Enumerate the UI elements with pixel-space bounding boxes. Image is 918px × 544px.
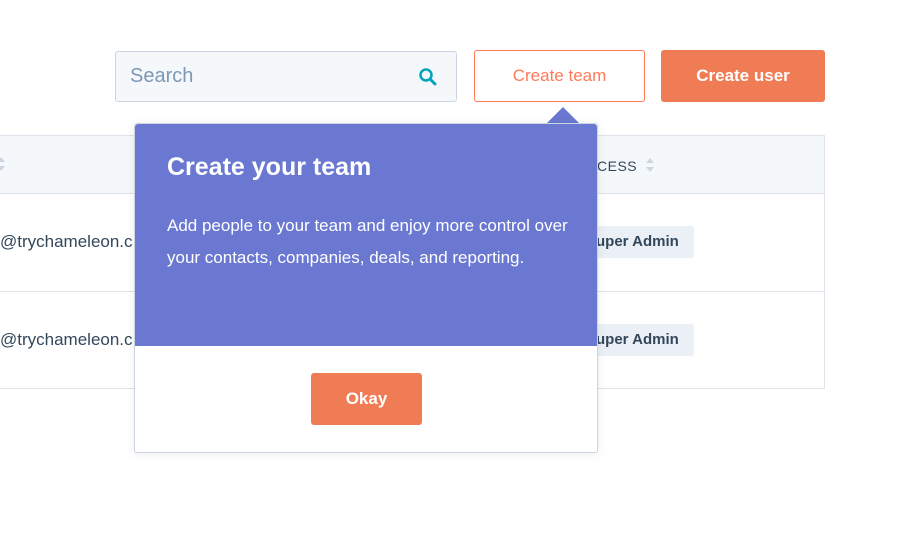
create-team-popover: Create your team Add people to your team… <box>134 123 598 453</box>
user-email: @trychameleon.c <box>0 232 133 251</box>
popover-header: Create your team Add people to your team… <box>135 124 597 346</box>
user-email: @trychameleon.c <box>0 330 133 349</box>
column-header-access[interactable]: CESS <box>597 158 637 174</box>
create-user-button[interactable]: Create user <box>661 50 825 102</box>
search-icon[interactable] <box>418 67 438 87</box>
popover-caret <box>546 107 580 124</box>
okay-button[interactable]: Okay <box>311 373 422 425</box>
popover-body: Add people to your team and enjoy more c… <box>167 216 568 267</box>
sort-icon[interactable] <box>0 156 6 172</box>
search-box[interactable] <box>115 51 457 102</box>
search-input[interactable] <box>116 52 406 101</box>
popover-title: Create your team <box>167 153 372 181</box>
sort-icon[interactable] <box>645 157 655 173</box>
create-team-button[interactable]: Create team <box>474 50 645 102</box>
